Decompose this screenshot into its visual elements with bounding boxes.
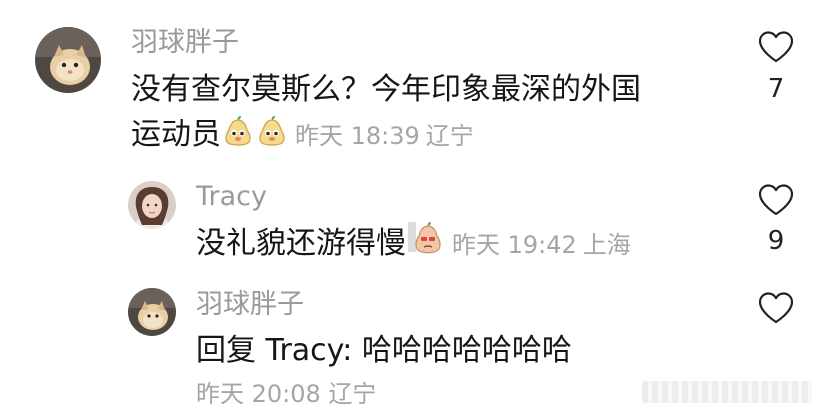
like-button-comment-3[interactable] — [757, 291, 795, 325]
pear-emoji-icon — [221, 115, 255, 160]
blurred-watermark — [642, 381, 812, 403]
heart-outline-icon — [758, 292, 794, 324]
comment-3-username[interactable]: 羽球胖子 — [196, 288, 304, 322]
comment-2-location: 上海 — [582, 231, 631, 259]
comment-2-time: 昨天 19:42 — [452, 231, 577, 259]
like-button-comment-1[interactable] — [757, 30, 795, 64]
heart-outline-icon — [758, 184, 794, 216]
pear-emoji-icon — [255, 115, 289, 160]
comment-3-time: 昨天 20:08 — [196, 380, 321, 408]
avatar-user-2[interactable] — [128, 181, 176, 229]
avatar-user-1[interactable] — [35, 27, 101, 93]
heart-outline-icon — [758, 31, 794, 63]
comment-1-text-line2: 运动员 — [131, 117, 221, 152]
comment-1-username[interactable]: 羽球胖子 — [131, 26, 239, 60]
comment-1-like-count: 7 — [767, 74, 785, 104]
avatar-user-3[interactable] — [128, 288, 176, 336]
comment-1-text-line1: 没有查尔莫斯么？今年印象最深的外国 — [131, 72, 641, 107]
sad-pear-emoji-icon — [406, 220, 446, 269]
comment-1-time: 昨天 18:39 — [295, 122, 420, 150]
comment-1-location: 辽宁 — [425, 122, 474, 150]
comment-1-text-line2-row: 运动员 昨天 18:39 辽宁 — [131, 115, 474, 160]
comment-2-text-row: 没礼貌还游得慢 昨天 19:42 上海 — [196, 220, 631, 269]
comment-2-text: 没礼貌还游得慢 — [196, 226, 406, 261]
like-button-comment-2[interactable] — [757, 183, 795, 217]
comment-2-username[interactable]: Tracy — [196, 180, 267, 214]
comment-2-like-count: 9 — [767, 226, 785, 256]
comment-3-location: 辽宁 — [328, 380, 377, 408]
comment-3-text: 回复 Tracy: 哈哈哈哈哈哈哈 — [196, 333, 572, 368]
comment-3-meta: 昨天 20:08 辽宁 — [196, 378, 376, 410]
